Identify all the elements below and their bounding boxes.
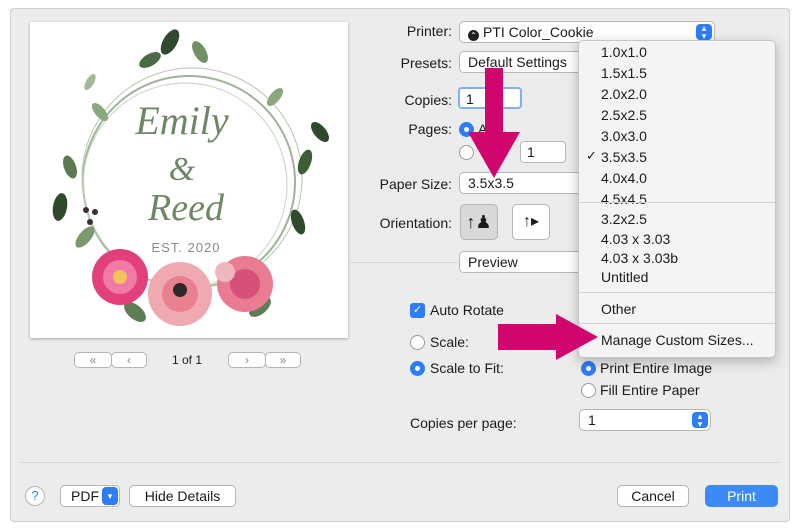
- cancel-button[interactable]: Cancel: [617, 485, 689, 507]
- hide-details-button[interactable]: Hide Details: [129, 485, 236, 507]
- menu-item-custom-size[interactable]: 3.2x2.5: [601, 211, 647, 227]
- copies-per-page-value: 1: [588, 412, 596, 428]
- menu-item-manage-custom-sizes[interactable]: Manage Custom Sizes...: [601, 332, 754, 348]
- established-date: EST. 2020: [152, 240, 221, 255]
- fill-entire-paper-radio[interactable]: [581, 383, 596, 398]
- prev-page-button[interactable]: ‹: [111, 352, 147, 368]
- scale-label: Scale:: [430, 334, 469, 350]
- fill-entire-paper-label: Fill Entire Paper: [600, 382, 700, 398]
- copies-per-page-select[interactable]: 1 ▴ ▾: [579, 409, 711, 431]
- copies-per-page-label: Copies per page:: [410, 415, 517, 431]
- orientation-label: Orientation:: [379, 215, 452, 231]
- print-button[interactable]: Print: [705, 485, 778, 507]
- page-indicator: 1 of 1: [172, 353, 203, 367]
- landscape-person-icon: ↑▸: [522, 213, 540, 230]
- print-entire-image-label: Print Entire Image: [600, 360, 713, 376]
- printer-name: PTI Color_Cookie: [483, 24, 594, 40]
- scale-radio[interactable]: [410, 335, 425, 350]
- print-entire-image-radio[interactable]: [581, 361, 596, 376]
- print-preview: Emily & Reed EST. 2020: [30, 22, 348, 338]
- menu-item-custom-size[interactable]: Untitled: [601, 269, 648, 285]
- menu-separator: [579, 202, 775, 203]
- menu-item-size[interactable]: 1.0x1.0: [601, 44, 647, 60]
- couple-name-2: Reed: [147, 187, 225, 229]
- section-select[interactable]: Preview: [459, 251, 589, 273]
- help-button[interactable]: ?: [25, 486, 45, 506]
- first-page-button[interactable]: «: [74, 352, 112, 368]
- down-arrow-annotation: [468, 68, 520, 178]
- next-page-button[interactable]: ›: [228, 352, 266, 368]
- printer-label: Printer:: [406, 23, 452, 39]
- pdf-menu-button[interactable]: PDF ▾: [60, 485, 120, 507]
- paper-size-label: Paper Size:: [379, 176, 452, 192]
- chevron-updown-icon: ▴ ▾: [696, 24, 712, 41]
- portrait-person-icon: ↑♟: [466, 212, 492, 232]
- menu-separator: [579, 292, 775, 293]
- ampersand: &: [169, 151, 196, 188]
- auto-rotate-label: Auto Rotate: [430, 302, 504, 318]
- menu-separator: [579, 323, 775, 324]
- menu-item-custom-size[interactable]: 4.03 x 3.03: [601, 231, 670, 247]
- chevron-down-icon: ▾: [102, 487, 118, 505]
- portrait-orientation-button[interactable]: ↑♟: [460, 204, 498, 240]
- menu-item-size[interactable]: 1.5x1.5: [601, 65, 647, 81]
- couple-name-1: Emily: [134, 98, 229, 143]
- copies-label: Copies:: [404, 92, 452, 108]
- scale-to-fit-radio[interactable]: [410, 361, 425, 376]
- pages-label: Pages:: [408, 121, 452, 137]
- landscape-orientation-button[interactable]: ↑▸: [512, 204, 550, 240]
- presets-label: Presets:: [400, 55, 452, 71]
- auto-rotate-checkbox[interactable]: ✓: [410, 303, 425, 318]
- menu-item-size[interactable]: 4.5x4.5: [601, 191, 647, 207]
- menu-item-custom-size[interactable]: 4.03 x 3.03b: [601, 250, 678, 266]
- last-page-button[interactable]: »: [265, 352, 301, 368]
- menu-item-size[interactable]: 2.5x2.5: [601, 107, 647, 123]
- footer-divider: [20, 462, 780, 463]
- menu-item-size-selected[interactable]: 3.5x3.5: [601, 149, 647, 165]
- chevron-updown-icon: ▴ ▾: [692, 412, 708, 429]
- checkmark-icon: ✓: [586, 148, 597, 163]
- pages-from-input[interactable]: 1: [520, 141, 566, 163]
- right-arrow-annotation: [498, 314, 598, 360]
- menu-item-size[interactable]: 2.0x2.0: [601, 86, 647, 102]
- paper-size-menu: 1.0x1.0 1.5x1.5 2.0x2.0 2.5x2.5 3.0x3.0 …: [578, 40, 776, 358]
- menu-item-size[interactable]: 3.0x3.0: [601, 128, 647, 144]
- menu-item-size[interactable]: 4.0x4.0: [601, 170, 647, 186]
- printer-icon: ⌃: [468, 30, 479, 41]
- pdf-label: PDF: [71, 488, 99, 504]
- wedding-wreath-image: Emily & Reed EST. 2020: [52, 29, 329, 326]
- scale-to-fit-label: Scale to Fit:: [430, 360, 504, 376]
- menu-item-other[interactable]: Other: [601, 301, 636, 317]
